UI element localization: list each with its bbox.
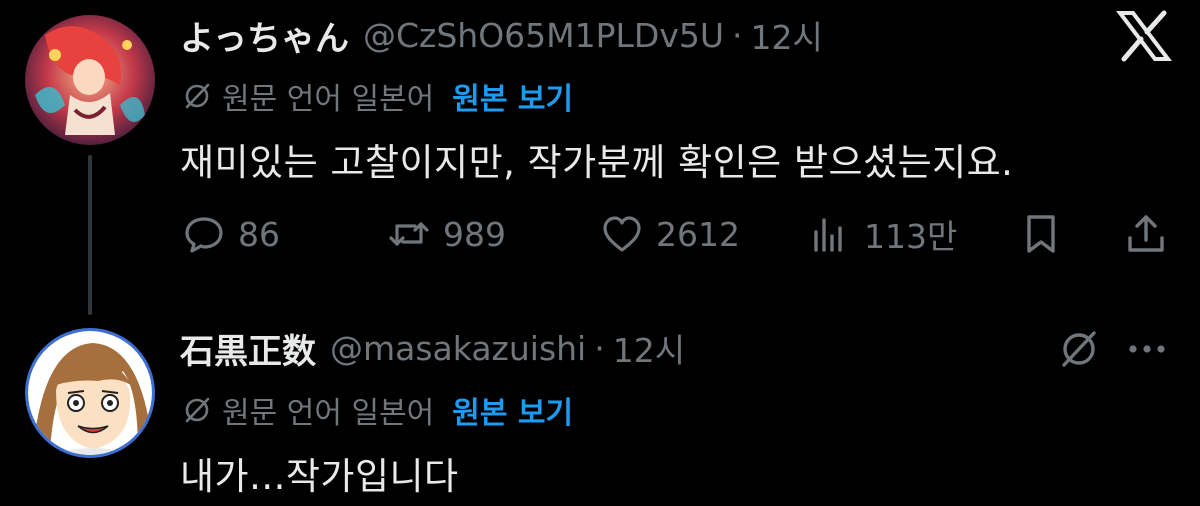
thread-connector-line bbox=[88, 155, 92, 315]
more-options-button[interactable] bbox=[1122, 325, 1172, 373]
tweet-header: 石黒正数 @masakazuishi · 12시 bbox=[180, 324, 685, 373]
retweet-button[interactable]: 989 bbox=[387, 208, 506, 260]
analytics-icon bbox=[814, 218, 842, 252]
avatar[interactable] bbox=[25, 328, 155, 458]
like-count: 2612 bbox=[656, 214, 740, 254]
translation-info: 원문 언어 일본어 원본 보기 bbox=[182, 74, 573, 118]
share-icon bbox=[1128, 215, 1164, 252]
tweet-header: よっちゃん @CzShO65M1PLDv5U · 12시 bbox=[180, 11, 823, 60]
share-button[interactable] bbox=[1122, 210, 1170, 258]
tweet-actions: 86 989 2612 113만 bbox=[182, 208, 1172, 260]
separator-dot: · bbox=[732, 15, 743, 55]
translate-off-icon bbox=[1062, 331, 1096, 367]
translate-off-icon bbox=[185, 397, 210, 423]
translation-note: 원문 언어 일본어 bbox=[222, 82, 435, 117]
tweet-text: 재미있는 고찰이지만, 작가분께 확인은 받으셨는지요. bbox=[180, 141, 1014, 184]
reply-count: 86 bbox=[238, 214, 280, 254]
tweet-time[interactable]: 12시 bbox=[613, 324, 685, 372]
translation-note: 원문 언어 일본어 bbox=[222, 396, 435, 431]
reply-icon bbox=[185, 217, 223, 253]
translate-off-icon bbox=[185, 83, 210, 109]
bookmark-button[interactable] bbox=[1017, 210, 1065, 258]
heart-icon bbox=[603, 216, 641, 252]
retweet-count: 989 bbox=[443, 214, 506, 254]
display-name[interactable]: よっちゃん bbox=[180, 11, 349, 60]
view-count: 113만 bbox=[864, 217, 958, 256]
bookmark-icon bbox=[1027, 215, 1055, 253]
display-name[interactable]: 石黒正数 bbox=[180, 324, 316, 373]
user-handle[interactable]: @CzShO65M1PLDv5U bbox=[363, 16, 724, 55]
more-horizontal-icon bbox=[1129, 345, 1165, 353]
separator-dot: · bbox=[594, 328, 605, 368]
tweet-text: 내가...작가입니다 bbox=[180, 455, 459, 498]
translation-info: 원문 언어 일본어 원본 보기 bbox=[182, 388, 573, 432]
reply-button[interactable]: 86 bbox=[182, 208, 280, 260]
retweet-icon bbox=[389, 222, 429, 246]
tweet-thread: よっちゃん @CzShO65M1PLDv5U · 12시 원문 언어 일본어 원… bbox=[0, 0, 1200, 506]
views-button[interactable]: 113만 bbox=[808, 208, 957, 260]
like-button[interactable]: 2612 bbox=[600, 208, 740, 260]
translate-toggle-button[interactable] bbox=[1055, 325, 1103, 373]
x-logo-icon[interactable] bbox=[1115, 10, 1173, 62]
tweet-time[interactable]: 12시 bbox=[751, 11, 823, 59]
show-original-link[interactable]: 원본 보기 bbox=[452, 388, 573, 432]
avatar[interactable] bbox=[25, 15, 155, 145]
show-original-link[interactable]: 원본 보기 bbox=[452, 74, 573, 118]
user-handle[interactable]: @masakazuishi bbox=[330, 329, 586, 368]
